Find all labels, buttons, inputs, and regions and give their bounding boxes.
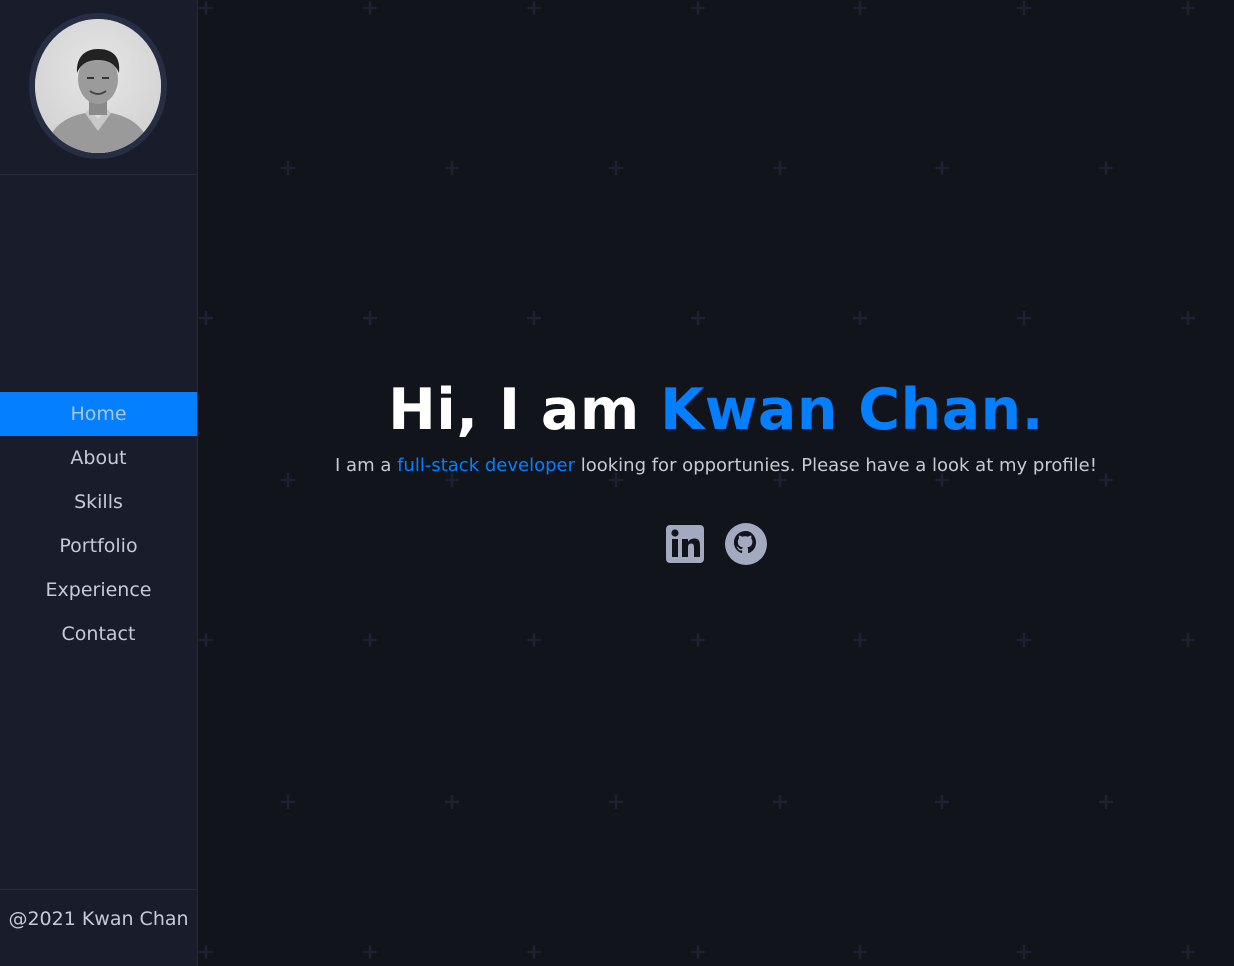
profile-photo [35,19,161,153]
plus-decoration [935,795,949,809]
plus-decoration [199,945,213,959]
plus-decoration [1017,945,1031,959]
linkedin-link[interactable] [664,522,708,566]
nav-item-portfolio[interactable]: Portfolio [0,524,197,568]
plus-decoration [445,795,459,809]
hero-tagline: I am a full-stack developer looking for … [198,452,1234,480]
sidebar-nav: Home About Skills Portfolio Experience C… [0,392,197,656]
hero-greeting: Hi, I am [388,377,661,443]
plus-decoration [1017,311,1031,325]
copyright: @2021 Kwan Chan [0,889,197,966]
plus-decoration [609,161,623,175]
plus-decoration [853,945,867,959]
nav-item-contact[interactable]: Contact [0,612,197,656]
plus-decoration [691,1,705,15]
avatar [29,13,167,159]
plus-decoration [1099,161,1113,175]
plus-decoration [445,161,459,175]
nav-item-home[interactable]: Home [0,392,197,436]
github-icon [725,523,767,565]
plus-decoration [281,161,295,175]
tagline-suffix: looking for opportunies. Please have a l… [574,455,1097,476]
avatar-section [0,0,197,175]
main-content: Hi, I am Kwan Chan. I am a full-stack de… [198,0,1234,966]
plus-decoration [1181,1,1195,15]
app: Home About Skills Portfolio Experience C… [0,0,1234,966]
plus-decoration [609,795,623,809]
plus-decoration [691,311,705,325]
plus-decoration [363,1,377,15]
hero: Hi, I am Kwan Chan. I am a full-stack de… [198,370,1234,566]
plus-decoration [1181,311,1195,325]
plus-decoration [853,633,867,647]
sidebar: Home About Skills Portfolio Experience C… [0,0,198,966]
plus-decoration [363,945,377,959]
linkedin-icon [666,525,704,563]
plus-decoration [853,311,867,325]
plus-decoration [1181,945,1195,959]
plus-decoration [199,633,213,647]
plus-decoration [199,1,213,15]
plus-decoration [1099,795,1113,809]
plus-decoration [527,633,541,647]
tagline-prefix: I am a [335,455,398,476]
plus-decoration [363,633,377,647]
plus-decoration [527,945,541,959]
plus-decoration [853,1,867,15]
plus-decoration [935,161,949,175]
plus-decoration [1181,633,1195,647]
plus-decoration [773,795,787,809]
plus-decoration [281,795,295,809]
plus-decoration [1017,1,1031,15]
hero-heading: Hi, I am Kwan Chan. [198,370,1234,450]
social-links [198,522,1234,566]
plus-decoration [691,633,705,647]
plus-decoration [527,1,541,15]
plus-decoration [363,311,377,325]
plus-decoration [773,161,787,175]
nav-item-experience[interactable]: Experience [0,568,197,612]
plus-decoration [691,945,705,959]
plus-decoration [199,311,213,325]
nav-item-about[interactable]: About [0,436,197,480]
tagline-role: full-stack developer [397,455,575,476]
plus-decoration [527,311,541,325]
plus-decoration [1017,633,1031,647]
hero-name: Kwan Chan. [660,377,1044,443]
github-link[interactable] [724,522,768,566]
nav-item-skills[interactable]: Skills [0,480,197,524]
